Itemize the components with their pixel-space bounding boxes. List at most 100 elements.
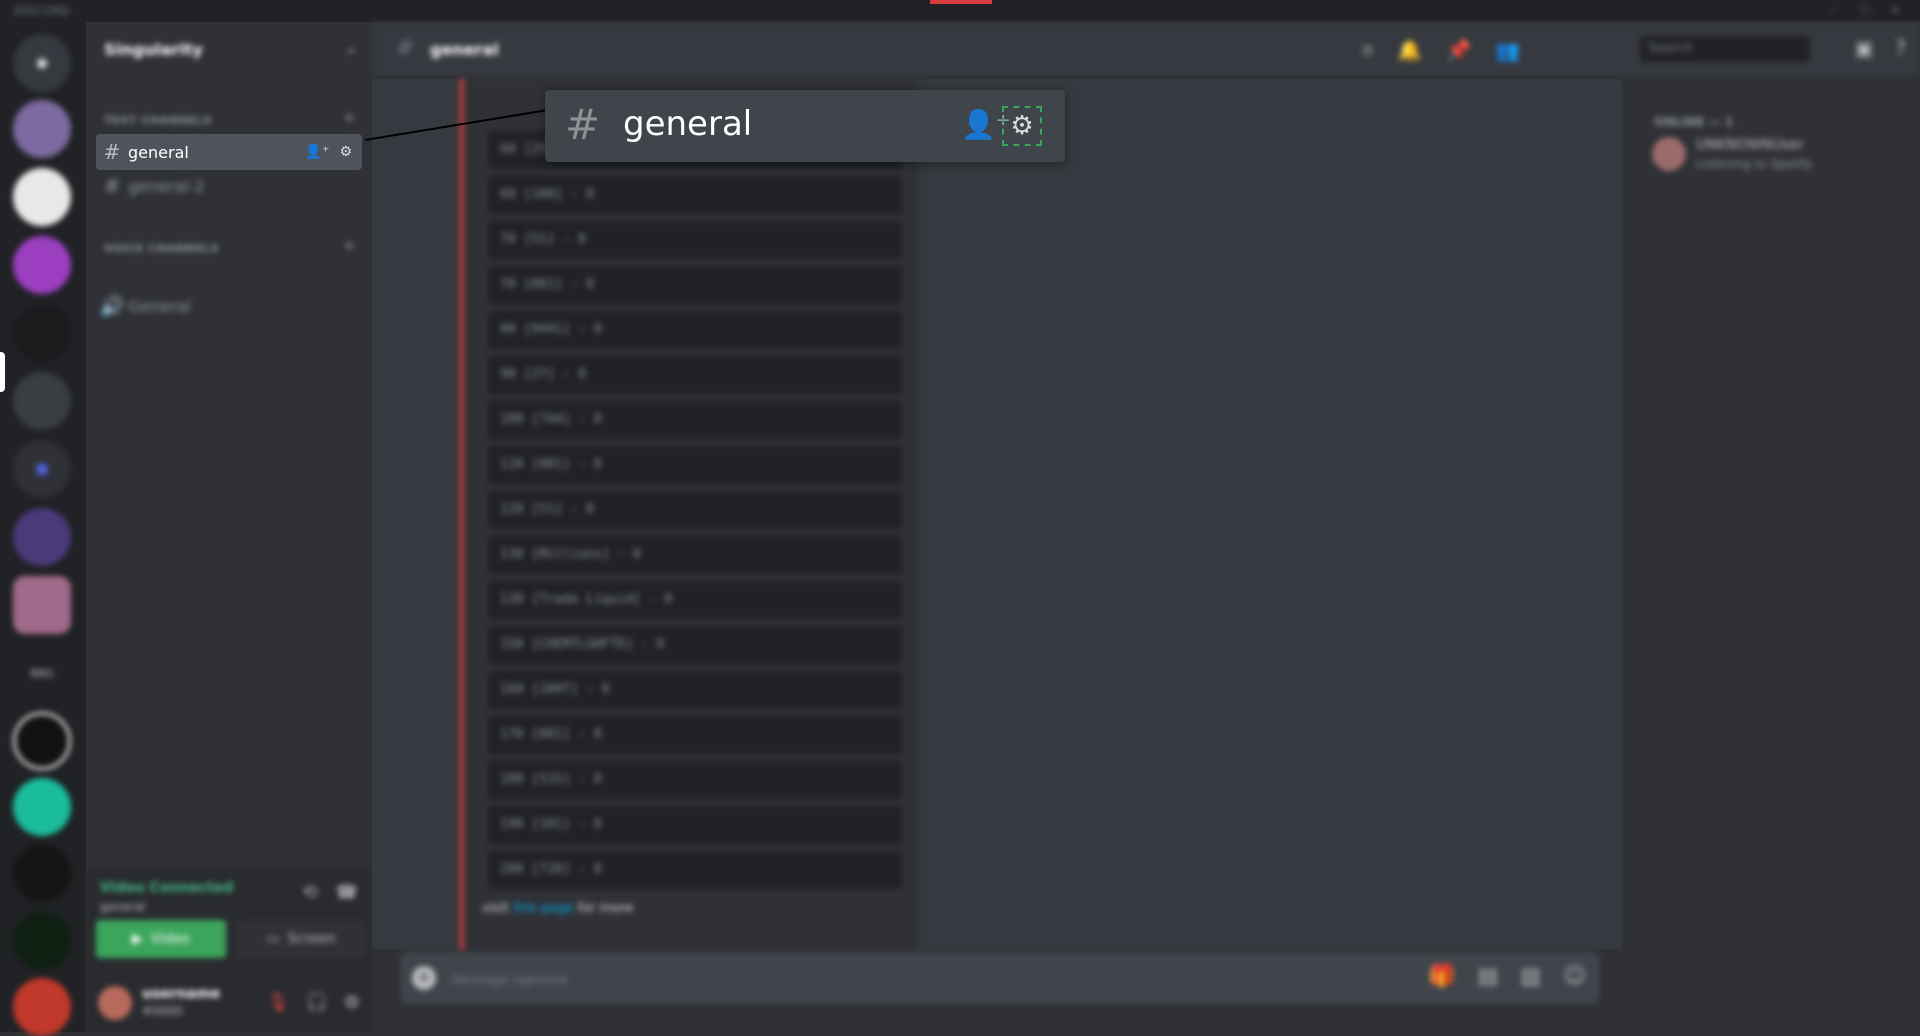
screen-label: Screen <box>287 931 336 947</box>
threads-icon[interactable]: ⌗ <box>1362 38 1373 62</box>
voice-status: Video Connected <box>100 880 234 896</box>
embed-code-line: 110 [081] - 0 <box>488 446 902 484</box>
zoom-callout: # general 👤⁺ ⚙ <box>545 90 1065 162</box>
inbox-icon[interactable]: ▣ <box>1854 36 1873 60</box>
server-icon[interactable] <box>13 978 71 1036</box>
gif-icon[interactable]: ▤ <box>1477 964 1498 989</box>
server-icon[interactable] <box>13 844 71 902</box>
username: username <box>142 986 221 1002</box>
hash-icon: # <box>103 174 121 198</box>
voice-channel-name[interactable]: general <box>100 900 146 914</box>
callout-channel-name: general <box>623 104 753 144</box>
bell-icon[interactable]: 🔔 <box>1397 38 1422 62</box>
sticker-icon[interactable]: ▧ <box>1520 964 1541 989</box>
embed-code-line: 60 [100] - 0 <box>488 176 902 214</box>
server-icon[interactable] <box>13 712 71 770</box>
server-header[interactable]: Singularity ⌄ <box>86 22 372 79</box>
server-icon[interactable] <box>13 576 71 634</box>
gift-icon[interactable]: 🎁 <box>1428 964 1455 989</box>
embed-code-line: 90 [27] - 0 <box>488 356 902 394</box>
message-embed: 60 [25] - 0 60 [100] - 0 70 [51] - 0 70 [08… <box>460 79 918 951</box>
footer-prefix: visit <box>482 901 509 916</box>
message-input[interactable] <box>450 966 1154 992</box>
server-icon[interactable] <box>13 778 71 836</box>
active-server-pill <box>0 352 5 392</box>
embed-code-line: 70 [51] - 0 <box>488 221 902 259</box>
hash-icon: # <box>565 100 601 149</box>
add-voice-channel-icon[interactable]: + <box>343 236 356 255</box>
server-icon[interactable] <box>13 100 71 158</box>
avatar[interactable] <box>98 986 132 1020</box>
online-heading: ONLINE — 1 <box>1654 115 1734 129</box>
disconnect-call-icon[interactable]: ☎ <box>336 882 358 903</box>
voice-channel-label: General <box>128 296 192 316</box>
voice-channels-category[interactable]: VOICE CHANNELS <box>104 242 219 255</box>
close-button[interactable]: ✕ <box>1890 3 1900 17</box>
members-icon[interactable]: 👥 <box>1495 38 1520 62</box>
headphones-icon[interactable]: 🎧 <box>305 992 327 1013</box>
embed-footer: visit this page for more <box>482 901 633 916</box>
channel-general[interactable]: # general 👤⁺ ⚙ <box>96 134 362 170</box>
member-item[interactable]: UNKNOWNUser Listening to Spotify <box>1652 135 1912 179</box>
chat-area: 60 [25] - 0 60 [100] - 0 70 [51] - 0 70 [08… <box>372 79 1622 951</box>
edit-channel-gear-icon[interactable]: ⚙ <box>1002 106 1042 146</box>
embed-code-line: 130 [Trade Liquid] - 0 <box>488 581 902 619</box>
avatar <box>1652 137 1686 171</box>
recording-indicator <box>930 0 992 4</box>
channel-general-2[interactable]: # general-2 <box>96 168 362 204</box>
channel-header: # general ⌗ 🔔 📌 👥 Search ▣ ? <box>372 22 1920 79</box>
gear-icon[interactable]: ⚙ <box>339 144 352 160</box>
server-icon[interactable] <box>13 372 71 430</box>
server-icon[interactable] <box>13 912 71 970</box>
embed-code-line: 190 [101] - 0 <box>488 806 902 844</box>
server-icon[interactable]: BBG <box>13 644 71 702</box>
screen-share-button[interactable]: ▭ Screen <box>236 920 366 958</box>
gear-icon[interactable]: ⚙ <box>344 992 360 1013</box>
voice-status-panel: Video Connected general ⟲ ☎ ▶ Video ▭ Sc… <box>86 870 372 977</box>
pin-icon[interactable]: 📌 <box>1446 38 1471 62</box>
folder-icon[interactable]: ■ <box>13 440 71 498</box>
screen-icon: ▭ <box>266 931 280 947</box>
discord-home-icon[interactable]: ◉ <box>13 34 71 92</box>
microphone-icon[interactable]: 🎙 <box>267 992 290 1013</box>
title-bar: DISCORD – ☐ ✕ <box>0 0 1920 22</box>
chevron-down-icon[interactable]: ⌄ <box>345 38 358 57</box>
camera-icon: ▶ <box>131 931 143 947</box>
embed-code-line: 160 [100T] - 0 <box>488 671 902 709</box>
server-icon[interactable] <box>13 508 71 566</box>
member-activity: Listening to Spotify <box>1696 157 1812 171</box>
minimize-button[interactable]: – <box>1830 3 1836 17</box>
user-panel: username #0000 🎙 🎧 ⚙ <box>86 976 372 1032</box>
search-input[interactable]: Search <box>1640 36 1810 62</box>
server-icon[interactable] <box>13 236 71 294</box>
member-name: UNKNOWNUser <box>1696 137 1804 153</box>
channel-label: general <box>128 142 189 162</box>
channel-title: general <box>430 40 499 59</box>
help-icon[interactable]: ? <box>1895 36 1906 60</box>
footer-link[interactable]: this page <box>513 901 573 916</box>
server-icon[interactable] <box>13 304 71 362</box>
embed-code-line: 120 [51] - 0 <box>488 491 902 529</box>
video-button[interactable]: ▶ Video <box>96 920 226 958</box>
invite-member-icon[interactable]: 👤⁺ <box>305 144 330 160</box>
add-channel-icon[interactable]: + <box>343 108 356 127</box>
server-name: Singularity <box>104 40 203 59</box>
noise-suppression-icon[interactable]: ⟲ <box>302 882 317 903</box>
embed-code-line: 150 [CHEMTLGHFTD] - 0 <box>488 626 902 664</box>
embed-code-line: 130 [Millions] - 0 <box>488 536 902 574</box>
maximize-button[interactable]: ☐ <box>1860 3 1871 17</box>
embed-code-line: 80 [9441] - 0 <box>488 311 902 349</box>
server-icon[interactable] <box>13 168 71 226</box>
upload-plus-icon[interactable]: + <box>412 966 436 990</box>
voice-channel-general[interactable]: 🔊 General <box>96 288 362 324</box>
channel-label: general-2 <box>128 176 205 196</box>
app-title: DISCORD <box>14 4 70 18</box>
hash-icon: # <box>103 140 121 164</box>
message-composer: + 🎁 ▤ ▧ ☺ <box>400 952 1600 1004</box>
embed-code-line: 100 [744] - 0 <box>488 401 902 439</box>
video-label: Video <box>150 931 190 947</box>
text-channels-category[interactable]: TEXT CHANNELS <box>104 114 212 127</box>
footer-suffix: for more <box>577 901 634 916</box>
emoji-icon[interactable]: ☺ <box>1563 964 1586 989</box>
embed-code-line: 180 [515] - 0 <box>488 761 902 799</box>
